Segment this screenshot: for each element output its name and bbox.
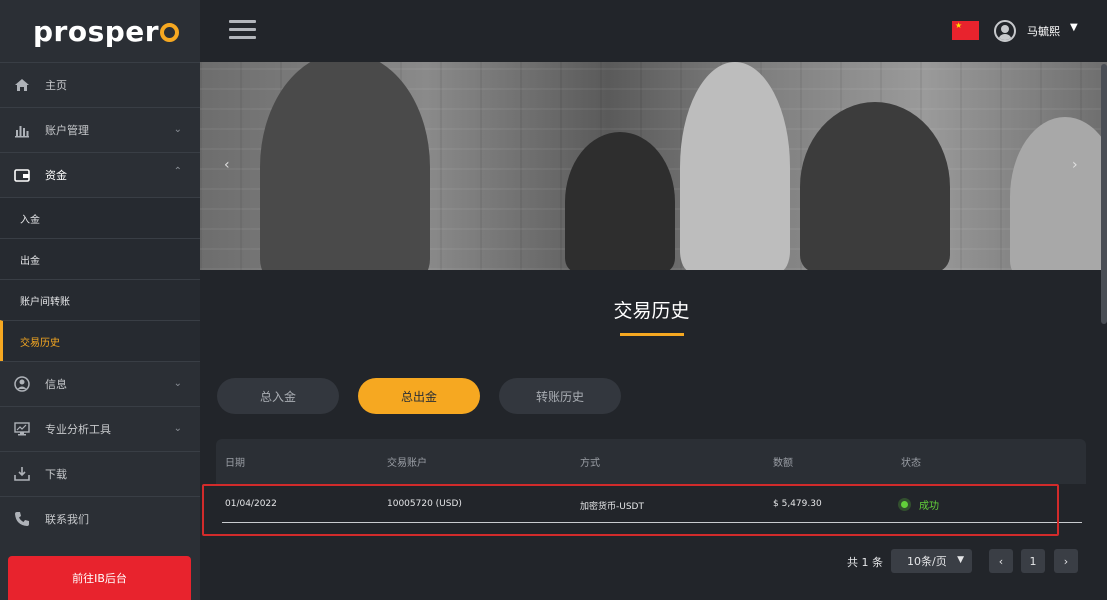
logo-mark-icon (160, 22, 180, 42)
sidebar-item-label: 联系我们 (45, 513, 89, 526)
home-icon (14, 77, 30, 93)
sidebar-subitem-label: 账户间转账 (20, 296, 70, 308)
page-number-button[interactable]: 1 (1021, 549, 1045, 573)
sidebar-item-info[interactable]: 信息 ⌄ (0, 361, 200, 406)
wallet-icon (14, 167, 30, 183)
sidebar-subitem-transaction-history[interactable]: 交易历史 (0, 320, 200, 361)
logo-text: prosper (33, 14, 160, 48)
caret-down-icon: ▼ (957, 555, 964, 565)
monitor-icon (14, 421, 30, 437)
sidebar-item-funds[interactable]: 资金 ⌃ (0, 152, 200, 197)
sidebar-item-label: 资金 (45, 169, 67, 182)
china-flag-icon[interactable]: ★ (952, 21, 979, 40)
banner-prev-arrow-icon[interactable]: ‹ (224, 157, 230, 173)
prev-page-button[interactable]: ‹ (989, 549, 1013, 573)
bar-chart-icon (14, 122, 30, 138)
sidebar-subitem-label: 入金 (20, 214, 40, 226)
sidebar-item-label: 账户管理 (45, 124, 89, 137)
page-size-select[interactable]: 10条/页 ▼ (891, 549, 972, 573)
pagination-total: 共 1 条 (847, 556, 883, 569)
chevron-down-icon: ⌄ (173, 124, 182, 135)
column-header-date: 日期 (225, 458, 245, 469)
next-page-button[interactable]: › (1054, 549, 1078, 573)
transactions-table-header: 日期 交易账户 方式 数额 状态 (216, 439, 1086, 484)
sidebar-item-analysis-tools[interactable]: 专业分析工具 ⌄ (0, 406, 200, 451)
column-header-amount: 数额 (773, 458, 793, 469)
sidebar-subitem-withdraw[interactable]: 出金 (0, 238, 200, 279)
sidebar: prosper 主页 账户管理 ⌄ 资金 ⌃ 入金 出金 账户间转账 交易历史 (0, 0, 200, 600)
sidebar-subitem-internal-transfer[interactable]: 账户间转账 (0, 279, 200, 320)
row-highlight-box (202, 484, 1059, 536)
chevron-down-icon: ⌄ (173, 423, 182, 434)
sidebar-item-label: 专业分析工具 (45, 423, 111, 436)
sidebar-subitem-label: 交易历史 (20, 337, 60, 349)
column-header-method: 方式 (580, 458, 600, 469)
download-icon (14, 466, 30, 482)
page-size-value: 10条/页 (907, 555, 947, 568)
tab-total-withdrawal[interactable]: 总出金 (358, 378, 480, 414)
column-header-account: 交易账户 (387, 458, 427, 469)
phone-icon (14, 511, 30, 527)
sidebar-item-label: 主页 (45, 79, 67, 92)
user-icon (14, 376, 30, 392)
sidebar-item-contact[interactable]: 联系我们 (0, 496, 200, 541)
sidebar-item-label: 下载 (45, 468, 67, 481)
page-scrollbar[interactable] (1101, 64, 1107, 324)
sidebar-item-account-management[interactable]: 账户管理 ⌄ (0, 107, 200, 152)
title-underline (620, 333, 684, 336)
tab-total-deposit[interactable]: 总入金 (217, 378, 339, 414)
caret-down-icon[interactable]: ▼ (1070, 22, 1078, 33)
top-bar: ★ 马毓熙 ▼ (200, 0, 1107, 62)
tab-transfer-history[interactable]: 转账历史 (499, 378, 621, 414)
menu-icon[interactable] (229, 20, 256, 40)
column-header-status: 状态 (901, 458, 921, 469)
user-name[interactable]: 马毓熙 (1027, 23, 1060, 39)
sidebar-item-label: 信息 (45, 378, 67, 391)
hero-banner: ‹ › (200, 62, 1107, 270)
chevron-up-icon: ⌃ (173, 166, 182, 177)
avatar[interactable] (994, 20, 1016, 42)
sidebar-subitem-deposit[interactable]: 入金 (0, 197, 200, 238)
chevron-down-icon: ⌄ (173, 378, 182, 389)
go-to-ib-backend-button[interactable]: 前往IB后台 (8, 556, 191, 600)
page-title: 交易历史 (613, 300, 690, 322)
sidebar-subitem-label: 出金 (20, 255, 40, 267)
logo[interactable]: prosper (0, 0, 200, 62)
banner-next-arrow-icon[interactable]: › (1072, 157, 1078, 173)
sidebar-item-download[interactable]: 下载 (0, 451, 200, 496)
sidebar-item-home[interactable]: 主页 (0, 62, 200, 107)
